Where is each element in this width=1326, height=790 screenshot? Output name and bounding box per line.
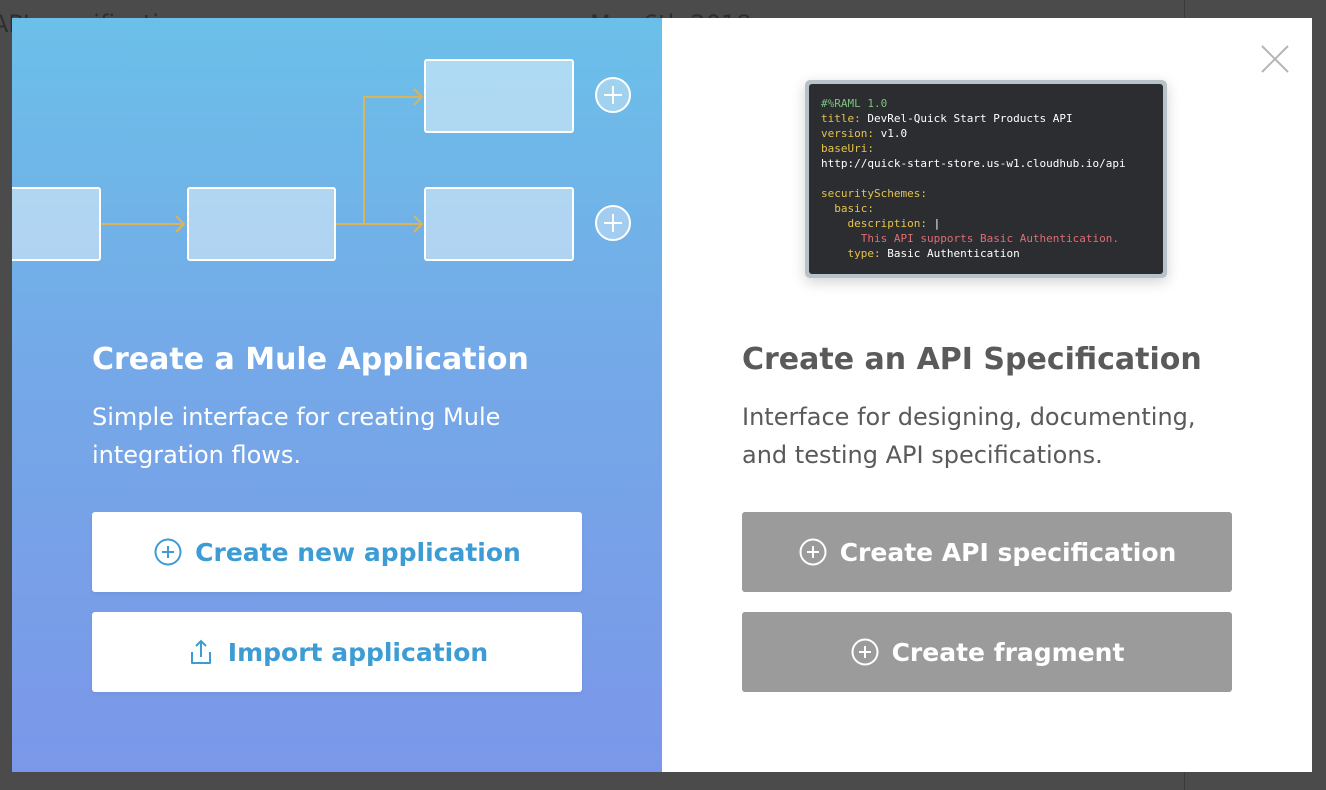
flow-box bbox=[187, 187, 336, 261]
code-key: type: bbox=[847, 247, 881, 260]
import-application-label: Import application bbox=[227, 637, 489, 667]
flow-illustration bbox=[12, 59, 631, 261]
api-specification-panel: #%RAML 1.0 title: DevRel-Quick Start Pro… bbox=[662, 18, 1312, 772]
create-fragment-button[interactable]: Create fragment bbox=[742, 612, 1232, 692]
flow-boxes bbox=[12, 59, 574, 261]
api-spec-title: Create an API Specification bbox=[742, 342, 1202, 377]
code-value: This API supports Basic Authentication. bbox=[860, 232, 1120, 245]
create-fragment-label: Create fragment bbox=[891, 637, 1125, 667]
create-new-application-button[interactable]: Create new application bbox=[92, 512, 582, 592]
mule-app-description: Simple interface for creating Mule integ… bbox=[92, 403, 501, 469]
code-value: DevRel-Quick Start Products API bbox=[867, 112, 1073, 125]
add-step-icon bbox=[595, 205, 631, 241]
create-api-specification-button[interactable]: Create API specification bbox=[742, 512, 1232, 592]
code-key: version: bbox=[821, 127, 874, 140]
flow-box bbox=[424, 187, 574, 261]
code-header: #%RAML 1.0 bbox=[821, 97, 888, 110]
plus-circle-icon bbox=[798, 537, 828, 567]
flow-add-icons bbox=[595, 77, 631, 241]
add-step-icon bbox=[595, 77, 631, 113]
plus-circle-icon bbox=[850, 637, 880, 667]
code-key: title: bbox=[821, 112, 861, 125]
import-application-button[interactable]: Import application bbox=[92, 612, 582, 692]
api-spec-description: Interface for designing, documenting, an… bbox=[742, 403, 1196, 469]
code-value: http://quick-start-store.us-w1.cloudhub.… bbox=[821, 157, 1126, 170]
create-api-specification-label: Create API specification bbox=[839, 537, 1177, 567]
upload-icon bbox=[186, 637, 216, 667]
close-icon[interactable] bbox=[1260, 44, 1290, 74]
flow-box bbox=[424, 59, 574, 133]
code-value: Basic Authentication bbox=[887, 247, 1020, 260]
code-key: securitySchemes: bbox=[821, 187, 927, 200]
code-key: description: bbox=[847, 217, 927, 230]
flow-arrow-branch bbox=[363, 96, 420, 224]
mule-application-panel: Create a Mule Application Simple interfa… bbox=[12, 18, 662, 772]
code-value: v1.0 bbox=[880, 127, 908, 140]
raml-code-preview: #%RAML 1.0 title: DevRel-Quick Start Pro… bbox=[805, 80, 1167, 278]
mule-app-title: Create a Mule Application bbox=[92, 342, 529, 377]
code-key: basic: bbox=[834, 202, 874, 215]
code-key: baseUri: bbox=[821, 142, 874, 155]
flow-box bbox=[12, 187, 101, 261]
create-modal: Create a Mule Application Simple interfa… bbox=[12, 18, 1312, 772]
create-new-application-label: Create new application bbox=[195, 537, 521, 567]
code-value: | bbox=[933, 217, 941, 230]
plus-circle-icon bbox=[153, 537, 183, 567]
